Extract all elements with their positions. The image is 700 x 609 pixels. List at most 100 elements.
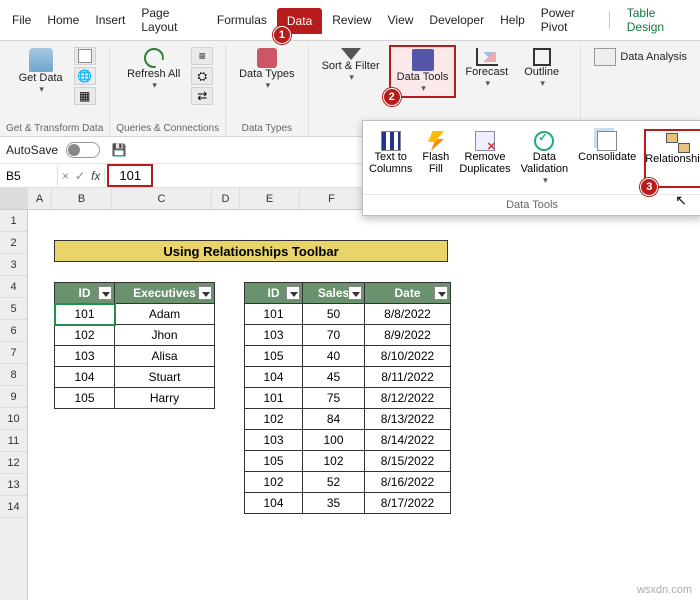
forecast-button[interactable]: Forecast▾ — [458, 45, 515, 92]
table-row[interactable]: 104458/11/2022 — [245, 367, 451, 388]
cell[interactable]: 102 — [55, 325, 115, 346]
row-header[interactable]: 9 — [0, 386, 27, 408]
table-row[interactable]: 102528/16/2022 — [245, 472, 451, 493]
cell[interactable]: 103 — [55, 346, 115, 367]
tab-insert[interactable]: Insert — [87, 7, 133, 33]
table-row[interactable]: 104358/17/2022 — [245, 493, 451, 514]
row-header[interactable]: 14 — [0, 496, 27, 518]
cell[interactable]: 50 — [303, 304, 365, 325]
tab-table-design[interactable]: Table Design — [619, 0, 696, 40]
tab-developer[interactable]: Developer — [421, 7, 492, 33]
cell[interactable]: 105 — [245, 346, 303, 367]
table-row[interactable]: 102Jhon — [55, 325, 215, 346]
cell[interactable]: 8/16/2022 — [365, 472, 451, 493]
save-button[interactable]: 💾 — [108, 141, 130, 159]
th-sales[interactable]: Sales — [303, 283, 365, 304]
flash-fill-button[interactable]: Flash Fill — [420, 129, 451, 188]
cell[interactable]: 8/11/2022 — [365, 367, 451, 388]
refresh-all-button[interactable]: Refresh All▾ — [120, 45, 187, 94]
tab-help[interactable]: Help — [492, 7, 533, 33]
cell[interactable]: 105 — [245, 451, 303, 472]
cell[interactable]: 8/15/2022 — [365, 451, 451, 472]
filter-dropdown-icon[interactable] — [286, 286, 300, 300]
filter-dropdown-icon[interactable] — [348, 286, 362, 300]
tab-view[interactable]: View — [380, 7, 422, 33]
col-header-c[interactable]: C — [112, 188, 212, 209]
cell[interactable]: 35 — [303, 493, 365, 514]
table-row[interactable]: 104Stuart — [55, 367, 215, 388]
cell[interactable]: 45 — [303, 367, 365, 388]
th-date[interactable]: Date — [365, 283, 451, 304]
cell[interactable]: 104 — [245, 367, 303, 388]
cell[interactable]: 103 — [245, 430, 303, 451]
col-header-f[interactable]: F — [300, 188, 364, 209]
table-row[interactable]: 101508/8/2022 — [245, 304, 451, 325]
cell[interactable]: 104 — [245, 493, 303, 514]
data-tools-button[interactable]: Data Tools▾ 2 — [389, 45, 457, 98]
cell[interactable]: 8/13/2022 — [365, 409, 451, 430]
text-to-columns-button[interactable]: Text to Columns — [367, 129, 414, 188]
cell[interactable]: Alisa — [115, 346, 215, 367]
properties-button[interactable]: ⛭ — [191, 67, 213, 85]
cancel-icon[interactable]: × — [62, 169, 69, 183]
tab-file[interactable]: File — [4, 7, 39, 33]
data-analysis-button[interactable]: Data Analysis — [587, 45, 694, 69]
cell[interactable]: 102 — [303, 451, 365, 472]
edit-links-button[interactable]: ⇄ — [191, 87, 213, 105]
cell[interactable]: 84 — [303, 409, 365, 430]
row-header[interactable]: 13 — [0, 474, 27, 496]
row-header[interactable]: 12 — [0, 452, 27, 474]
filter-dropdown-icon[interactable] — [98, 286, 112, 300]
row-header[interactable]: 10 — [0, 408, 27, 430]
cell[interactable]: 102 — [245, 472, 303, 493]
cell[interactable]: 104 — [55, 367, 115, 388]
cell[interactable]: Harry — [115, 388, 215, 409]
row-header[interactable]: 2 — [0, 232, 27, 254]
enter-icon[interactable]: ✓ — [75, 169, 85, 183]
cell[interactable]: 8/9/2022 — [365, 325, 451, 346]
formula-input[interactable]: 101 — [107, 164, 153, 187]
table-row[interactable]: 101Adam — [55, 304, 215, 325]
autosave-toggle[interactable] — [66, 142, 100, 158]
th-id[interactable]: ID — [245, 283, 303, 304]
cell[interactable]: 75 — [303, 388, 365, 409]
col-header-a[interactable]: A — [28, 188, 52, 209]
row-header[interactable]: 6 — [0, 320, 27, 342]
fx-icon[interactable]: fx — [91, 169, 100, 183]
filter-dropdown-icon[interactable] — [198, 286, 212, 300]
th-executives[interactable]: Executives — [115, 283, 215, 304]
data-validation-button[interactable]: Data Validation▾ — [519, 129, 571, 188]
col-header-e[interactable]: E — [240, 188, 300, 209]
th-id[interactable]: ID — [55, 283, 115, 304]
queries-button[interactable]: ≡ — [191, 47, 213, 65]
select-all-corner[interactable] — [0, 188, 28, 209]
consolidate-button[interactable]: Consolidate — [576, 129, 638, 188]
remove-duplicates-button[interactable]: Remove Duplicates — [457, 129, 512, 188]
cell[interactable]: Stuart — [115, 367, 215, 388]
tab-power-pivot[interactable]: Power Pivot — [533, 0, 606, 40]
cell[interactable]: 70 — [303, 325, 365, 346]
tab-page-layout[interactable]: Page Layout — [133, 0, 209, 40]
table-row[interactable]: 105408/10/2022 — [245, 346, 451, 367]
cell[interactable]: Jhon — [115, 325, 215, 346]
from-text-button[interactable] — [74, 47, 96, 65]
data-types-button[interactable]: Data Types▾ — [232, 45, 301, 94]
cell[interactable]: 52 — [303, 472, 365, 493]
row-header[interactable]: 3 — [0, 254, 27, 276]
cell[interactable]: 101 — [55, 304, 115, 325]
table-row[interactable]: 101758/12/2022 — [245, 388, 451, 409]
col-header-b[interactable]: B — [52, 188, 112, 209]
tab-formulas[interactable]: Formulas — [209, 7, 275, 33]
tab-data[interactable]: Data 1 — [277, 8, 322, 34]
table-row[interactable]: 102848/13/2022 — [245, 409, 451, 430]
row-header[interactable]: 5 — [0, 298, 27, 320]
outline-button[interactable]: Outline▾ — [517, 45, 566, 92]
cell-grid[interactable]: Using Relationships Toolbar ID Executive… — [28, 210, 700, 600]
table-row[interactable]: 103Alisa — [55, 346, 215, 367]
cell[interactable]: 105 — [55, 388, 115, 409]
name-box[interactable]: B5 — [0, 165, 58, 187]
get-data-button[interactable]: Get Data▾ — [12, 45, 70, 98]
filter-dropdown-icon[interactable] — [434, 286, 448, 300]
from-web-button[interactable]: 🌐 — [74, 67, 96, 85]
from-table-button[interactable]: ▦ — [74, 87, 96, 105]
